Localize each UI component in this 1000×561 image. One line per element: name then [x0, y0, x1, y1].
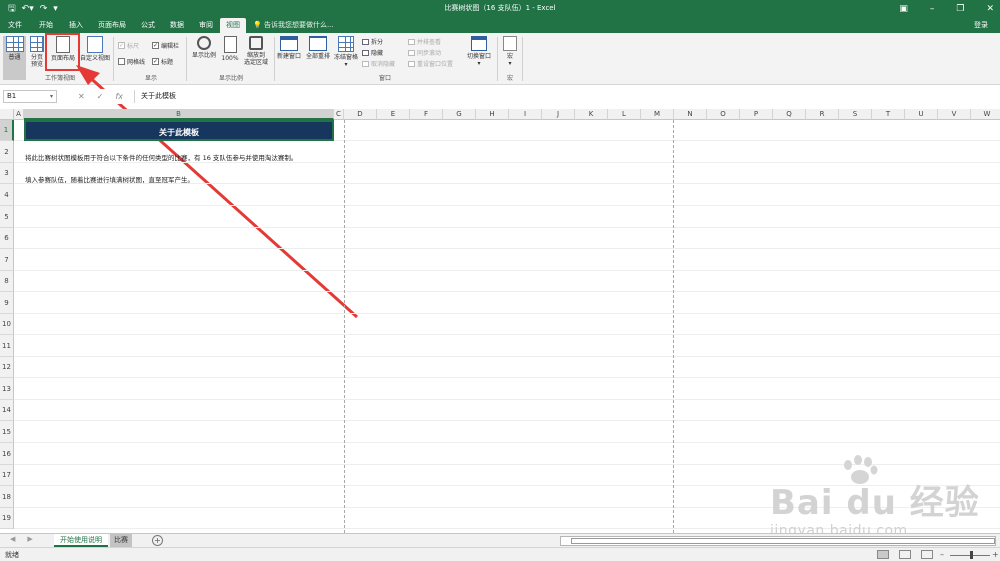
column-header-p[interactable]: P [740, 109, 773, 120]
prev-sheet-icon[interactable]: ◀ [10, 535, 15, 543]
row-gridline [14, 248, 1000, 249]
status-ready: 就绪 [5, 551, 19, 559]
row-header-17[interactable]: 17 [0, 465, 14, 486]
column-header-h[interactable]: H [476, 109, 509, 120]
row-gridline [14, 270, 1000, 271]
name-box[interactable]: B1 ▾ [3, 90, 57, 103]
formula-input[interactable]: 关于此模板 [134, 90, 997, 103]
row-header-8[interactable]: 8 [0, 271, 14, 292]
column-header-s[interactable]: S [839, 109, 872, 120]
sheet-nav: ◀ ▶ [10, 535, 33, 543]
baidu-watermark: Bai du 经验 jingyan.baidu.com [760, 455, 980, 545]
column-header-l[interactable]: L [608, 109, 641, 120]
column-header-u[interactable]: U [905, 109, 938, 120]
cell-b2[interactable]: 将此比赛树状图模板用于符合以下条件的任何类型的比赛，有 16 支队伍参与并使用淘… [25, 152, 297, 162]
horizontal-scrollbar[interactable] [560, 536, 996, 546]
column-header-e[interactable]: E [377, 109, 410, 120]
row-gridline [14, 291, 1000, 292]
row-header-3[interactable]: 3 [0, 163, 14, 184]
formula-controls: ✕ ✓ fx [78, 91, 123, 102]
zoom-in-icon[interactable]: + [992, 550, 999, 559]
zoom-out-icon[interactable]: – [940, 550, 944, 559]
page-layout-view-icon[interactable] [899, 550, 911, 559]
row-header-7[interactable]: 7 [0, 249, 14, 271]
normal-view-icon[interactable] [877, 550, 889, 559]
row-gridline [14, 227, 1000, 228]
column-header-o[interactable]: O [707, 109, 740, 120]
column-header-q[interactable]: Q [773, 109, 806, 120]
page-break-line [673, 120, 674, 533]
column-header-n[interactable]: N [674, 109, 707, 120]
row-gridline [14, 377, 1000, 378]
row-gridline [14, 205, 1000, 206]
sheet-tab-instructions[interactable]: 开始使用说明 [54, 534, 108, 547]
row-gridline [14, 356, 1000, 357]
row-header-15[interactable]: 15 [0, 421, 14, 443]
enter-icon[interactable]: ✓ [97, 91, 104, 102]
column-header-a[interactable]: A [14, 109, 24, 120]
row-gridline [14, 334, 1000, 335]
add-sheet-icon[interactable]: + [152, 535, 163, 546]
select-all-corner[interactable] [0, 109, 14, 120]
column-header-d[interactable]: D [344, 109, 377, 120]
column-header-r[interactable]: R [806, 109, 839, 120]
chevron-down-icon: ▾ [49, 93, 53, 100]
next-sheet-icon[interactable]: ▶ [27, 535, 32, 543]
page-break-view-icon[interactable] [921, 550, 933, 559]
cell-b3[interactable]: 填入参赛队伍，随着比赛进行填满树状图，直至冠军产生。 [25, 174, 194, 184]
row-header-1[interactable]: 1 [0, 120, 14, 141]
row-gridline [14, 420, 1000, 421]
sheet-tabs-bar: ◀ ▶ 开始使用说明 比赛 + [0, 533, 1000, 547]
row-gridline [14, 313, 1000, 314]
row-header-13[interactable]: 13 [0, 378, 14, 400]
horizontal-scroll-thumb[interactable] [571, 538, 995, 544]
column-header-c[interactable]: C [334, 109, 344, 120]
sheet-tab-competition[interactable]: 比赛 [110, 534, 132, 547]
zoom-slider-thumb[interactable] [970, 551, 973, 559]
row-header-2[interactable]: 2 [0, 141, 14, 163]
column-header-b[interactable]: B [24, 109, 334, 120]
row-header-6[interactable]: 6 [0, 228, 14, 249]
column-header-f[interactable]: F [410, 109, 443, 120]
cancel-icon[interactable]: ✕ [78, 91, 85, 102]
row-gridline [14, 399, 1000, 400]
column-header-t[interactable]: T [872, 109, 905, 120]
status-bar: 就绪 – + [0, 547, 1000, 561]
row-header-12[interactable]: 12 [0, 357, 14, 378]
column-header-w[interactable]: W [971, 109, 1000, 120]
column-header-k[interactable]: K [575, 109, 608, 120]
column-header-v[interactable]: V [938, 109, 971, 120]
page-break-line [344, 120, 345, 533]
formula-bar: B1 ▾ ✕ ✓ fx 关于此模板 [0, 89, 1000, 104]
row-header-11[interactable]: 11 [0, 335, 14, 357]
cell-b1-banner[interactable]: 关于此模板 [24, 120, 334, 141]
row-gridline [14, 442, 1000, 443]
name-box-value: B1 [7, 92, 17, 100]
column-header-g[interactable]: G [443, 109, 476, 120]
column-header-i[interactable]: I [509, 109, 542, 120]
row-gridline [14, 162, 1000, 163]
row-header-18[interactable]: 18 [0, 486, 14, 508]
insert-function-icon[interactable]: fx [115, 91, 123, 102]
row-header-4[interactable]: 4 [0, 184, 14, 206]
row-header-5[interactable]: 5 [0, 206, 14, 228]
column-header-j[interactable]: J [542, 109, 575, 120]
row-header-19[interactable]: 19 [0, 508, 14, 529]
watermark-logo: Bai du 经验 [770, 483, 980, 523]
row-header-9[interactable]: 9 [0, 292, 14, 314]
view-switcher [877, 550, 933, 559]
column-header-m[interactable]: M [641, 109, 674, 120]
row-header-10[interactable]: 10 [0, 314, 14, 335]
row-header-14[interactable]: 14 [0, 400, 14, 421]
row-header-16[interactable]: 16 [0, 443, 14, 465]
